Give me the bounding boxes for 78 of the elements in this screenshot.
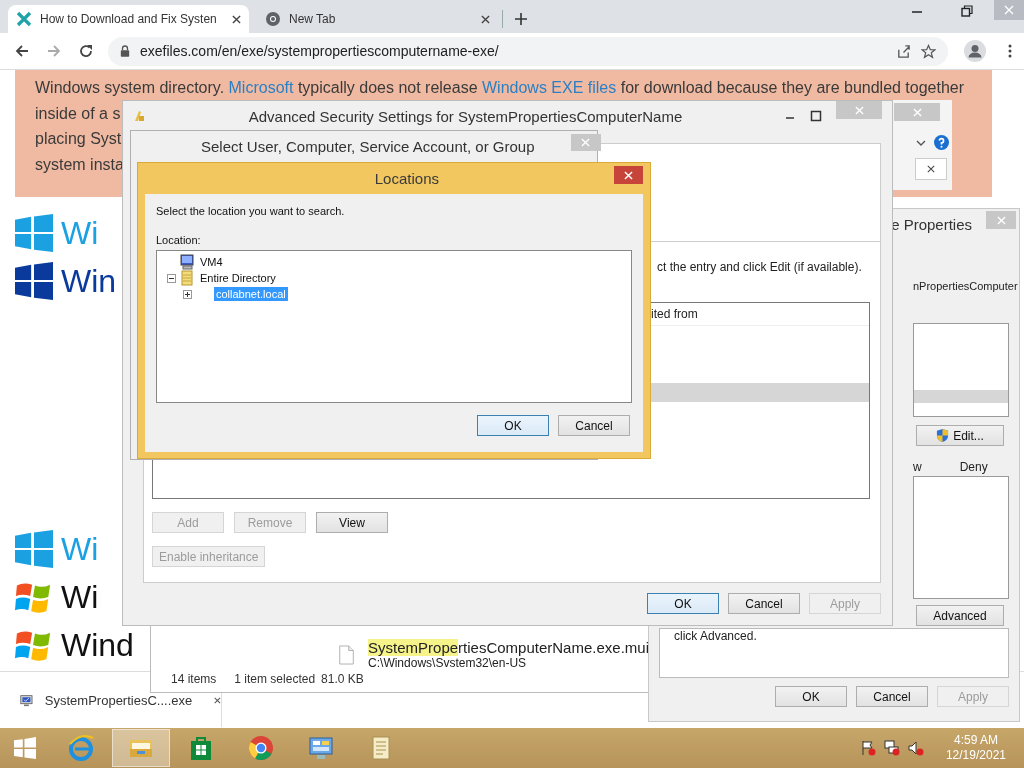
directory-icon [179, 270, 195, 286]
close-icon [481, 14, 490, 24]
close-icon [996, 215, 1006, 225]
close-icon [854, 105, 864, 115]
article-text: Windows system directory. Microsoft typically does not release Windows EXE files for download because they are bundled together [35, 78, 965, 98]
field-label: Location: [156, 234, 202, 246]
dialog-button[interactable]: Cancel [558, 415, 630, 436]
logo-text: Wi [61, 214, 99, 253]
window-title: Select User, Computer, Service Account, or Group [201, 137, 535, 155]
logo-text: Win [61, 262, 117, 301]
dialog-button[interactable]: OK [775, 686, 847, 707]
status-text: 1 item selected [234, 672, 316, 686]
restore-icon[interactable] [961, 5, 973, 17]
browser-tab[interactable]: How to Download and Fix Systen [8, 5, 249, 33]
status-text: 81.0 KB [321, 672, 364, 686]
windows-tiles-icon [15, 262, 53, 300]
article-text: placing Syst [35, 129, 122, 150]
flag-alert-icon[interactable] [859, 740, 876, 756]
column-header: ited from [651, 303, 869, 326]
maximize-icon[interactable] [810, 110, 822, 122]
search-field[interactable] [915, 158, 947, 180]
computer-icon [179, 254, 195, 270]
note-text: click Advanced. [674, 629, 757, 643]
x-logo-icon [16, 11, 32, 27]
dialog-button[interactable]: Cancel [728, 593, 800, 614]
close-icon [1004, 5, 1014, 15]
close-icon [912, 107, 922, 117]
collapse-icon[interactable] [167, 273, 176, 283]
address-field[interactable]: exefiles.com/en/exe/systempropertiescomputername-exe/ [108, 36, 948, 66]
close-icon [214, 695, 221, 705]
advanced-button[interactable]: Advanced [916, 605, 1004, 626]
shield-icon [936, 428, 950, 443]
star-icon[interactable] [921, 43, 936, 59]
folder-lock-icon [133, 109, 147, 123]
close-icon [624, 170, 633, 180]
chrome-icon [247, 734, 275, 762]
windows-logo-icon [14, 737, 36, 759]
dialog-button[interactable]: OK [647, 593, 719, 614]
back-icon[interactable] [14, 43, 30, 59]
windows-tiles-icon [15, 214, 53, 252]
share-icon[interactable] [896, 43, 911, 59]
tree-item[interactable]: VM4 [198, 255, 225, 269]
windows-tiles-icon [15, 530, 53, 568]
browser-e-icon [67, 734, 95, 762]
chrome-icon [265, 11, 281, 27]
article-text: inside of a s [35, 103, 121, 124]
dialog-button[interactable]: OK [477, 415, 549, 436]
file-name[interactable]: SystemPropertiesComputerName.exe.mui [368, 639, 649, 656]
file-path: C:\Windows\Svstem32\en-US [368, 656, 528, 670]
action-button[interactable]: View [316, 512, 388, 533]
status-text: 14 items [171, 672, 217, 686]
network-alert-icon[interactable] [883, 740, 900, 756]
clear-icon[interactable] [927, 165, 935, 173]
speaker-muted-icon[interactable] [907, 740, 924, 756]
profile-icon[interactable] [964, 40, 986, 62]
logo-text: Wi [61, 530, 99, 569]
logo-text: Wi [61, 578, 99, 617]
edit-button[interactable]: Edit... [916, 425, 1004, 446]
dialog-button[interactable]: Cancel [856, 686, 928, 707]
instruction-text: ct the entry and click Edit (if available). [657, 260, 863, 274]
logo-text: Wind [61, 626, 134, 665]
window-title: Advanced Security Settings for SystemPropertiesComputerName [247, 107, 684, 125]
reload-icon[interactable] [78, 43, 94, 59]
lock-icon [120, 45, 130, 57]
object-name: nPropertiesComputer [913, 279, 1018, 293]
new-tab-icon[interactable] [515, 13, 527, 25]
expand-icon[interactable] [183, 289, 192, 299]
close-icon [232, 14, 241, 24]
help-icon[interactable] [933, 135, 949, 150]
prompt-text: Select the location you want to search. [156, 205, 346, 217]
browser-tab[interactable]: New Tab [257, 5, 498, 33]
close-icon [581, 138, 590, 147]
column-header: w [913, 460, 922, 474]
column-header: Deny [959, 460, 988, 474]
control-panel-icon [307, 734, 335, 762]
tree-item[interactable]: Entire Directory [198, 271, 278, 285]
window-title: Locations [374, 170, 439, 187]
close-button[interactable] [614, 166, 643, 184]
